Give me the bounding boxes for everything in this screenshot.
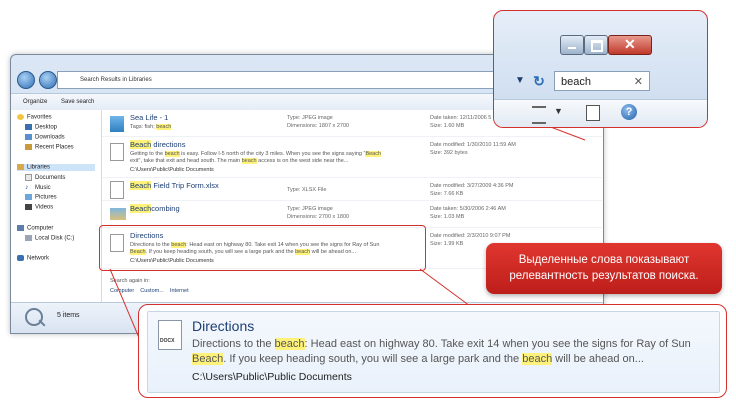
dropdown-arrow-icon[interactable]: ▼ xyxy=(510,71,530,91)
zoomed-result-snippet: Directions to the beach: Head east on hi… xyxy=(192,338,691,365)
view-toolbar: ▼ ? xyxy=(494,99,707,127)
view-dropdown-icon[interactable]: ▼ xyxy=(554,106,563,116)
close-icon: ✕ xyxy=(624,36,636,52)
callout-tooltip: Выделенные слова показывают релевантност… xyxy=(486,243,722,294)
preview-pane-icon[interactable] xyxy=(586,105,600,121)
minimize-button[interactable] xyxy=(560,35,584,55)
search-box-zoom: ✕ ▼ ↻ beach ✕ ▼ ? xyxy=(493,10,708,128)
zoomed-result-item[interactable]: DOCX Directions Directions to the beach:… xyxy=(147,311,720,393)
close-button[interactable]: ✕ xyxy=(608,35,652,55)
view-options-icon[interactable] xyxy=(532,106,546,124)
search-value: beach xyxy=(561,76,591,88)
docx-icon-label: DOCX xyxy=(160,338,175,344)
connector-right xyxy=(419,268,471,307)
result-zoom-callout: DOCX Directions Directions to the beach:… xyxy=(138,304,727,398)
docx-file-icon: DOCX xyxy=(158,320,182,350)
search-input[interactable]: beach ✕ xyxy=(554,71,650,91)
clear-search-icon[interactable]: ✕ xyxy=(634,72,643,92)
minimize-icon xyxy=(568,47,576,49)
help-icon[interactable]: ? xyxy=(621,104,637,120)
connector-zoom xyxy=(547,125,586,141)
zoomed-result-title: Directions xyxy=(192,318,255,334)
connector-left xyxy=(109,268,141,341)
zoomed-result-path: C:\Users\Public\Public Documents xyxy=(192,371,352,383)
refresh-icon[interactable]: ↻ xyxy=(528,71,550,91)
maximize-icon xyxy=(591,40,603,52)
maximize-button[interactable] xyxy=(584,35,608,55)
callout-line-1: Выделенные слова показывают xyxy=(518,254,690,266)
callout-line-2: релевантность результатов поиска. xyxy=(509,270,699,282)
